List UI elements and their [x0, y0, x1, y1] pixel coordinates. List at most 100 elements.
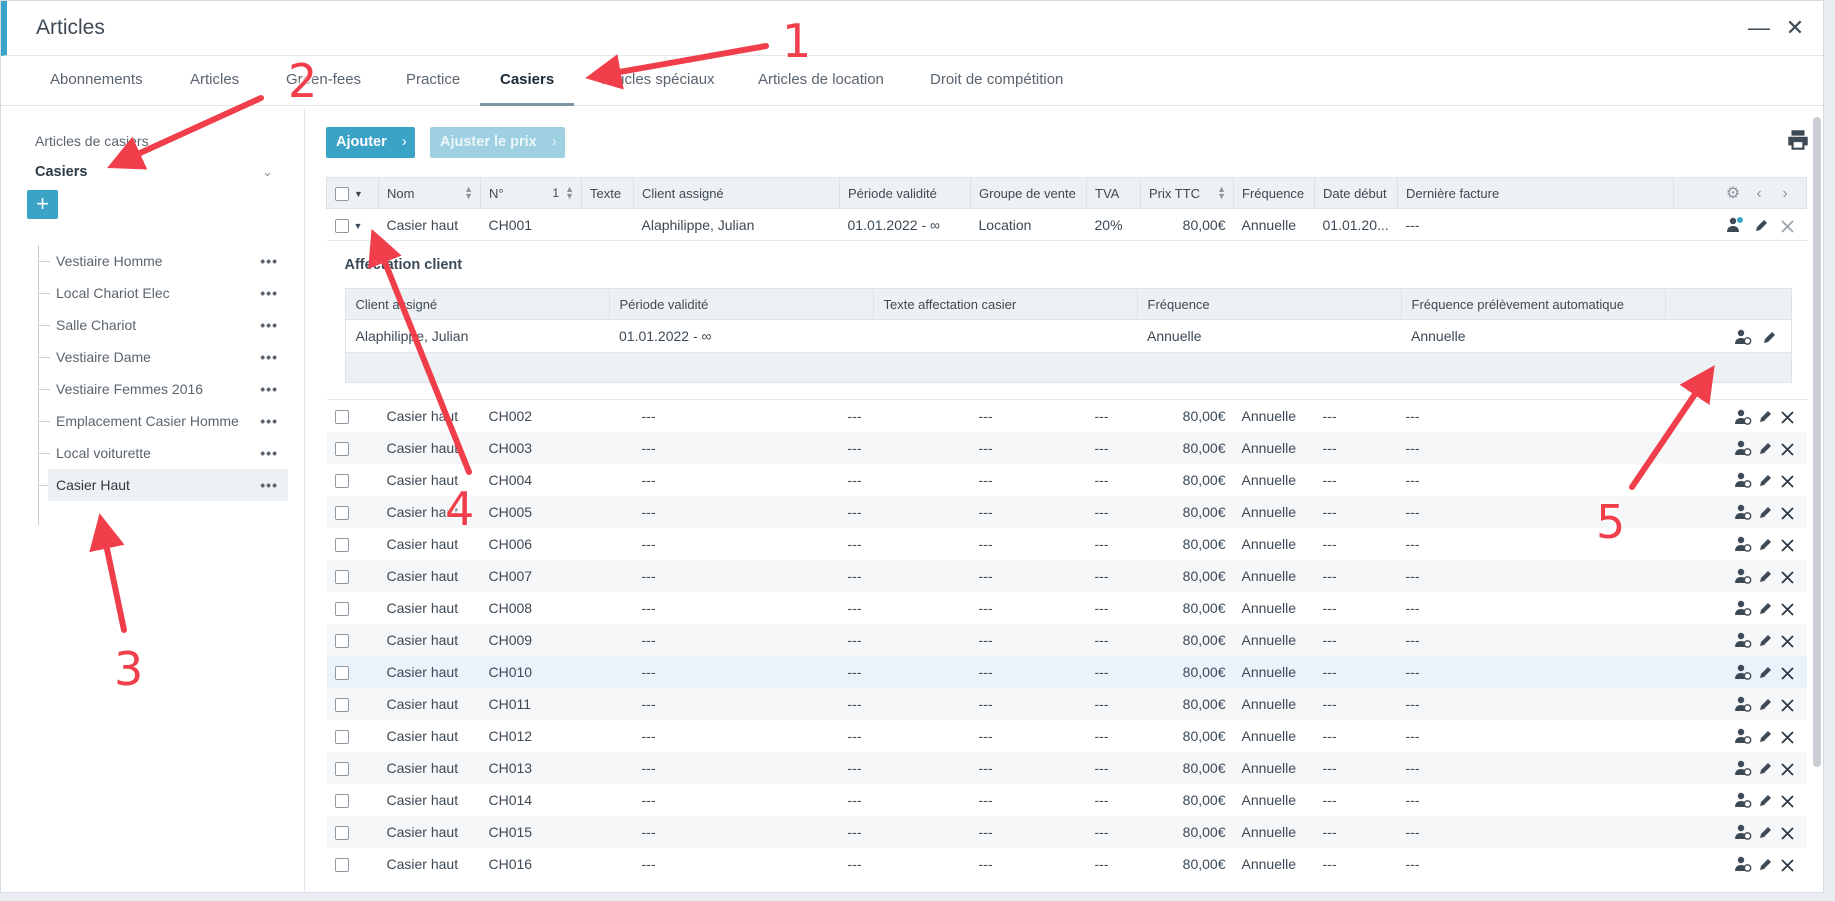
sidebar-item[interactable]: Local Chariot Elec •••: [38, 277, 288, 309]
sort-icon[interactable]: ▲ ▼: [464, 185, 473, 201]
more-icon[interactable]: •••: [260, 245, 278, 277]
table-row[interactable]: Casier haut CH003 --- --- --- --- 80,00€ Annuel…: [326, 431, 1807, 464]
delete-icon[interactable]: [1777, 728, 1799, 744]
table-row[interactable]: Casier haut CH012 --- --- --- --- 80,00€ Annuel…: [327, 720, 1807, 752]
edit-icon[interactable]: [1755, 727, 1777, 744]
assign-client-icon[interactable]: [1733, 567, 1755, 585]
edit-icon[interactable]: [1755, 408, 1777, 425]
row-checkbox[interactable]: [334, 633, 349, 648]
column-header[interactable]: Texte affectation casier: [872, 288, 1138, 320]
expand-caret-icon[interactable]: ▼: [354, 221, 363, 231]
assign-client-icon[interactable]: [1733, 535, 1755, 553]
delete-icon[interactable]: [1777, 568, 1799, 584]
edit-icon[interactable]: [1755, 695, 1777, 712]
column-header[interactable]: Période validité: [608, 288, 874, 320]
select-all-header[interactable]: ▼: [326, 177, 379, 209]
assign-client-icon[interactable]: [1733, 631, 1755, 649]
delete-icon[interactable]: [1777, 632, 1799, 648]
column-header[interactable]: Texte: [581, 177, 634, 209]
sidebar-item[interactable]: Emplacement Casier Homme •••: [38, 405, 288, 437]
vertical-scrollbar[interactable]: [1813, 117, 1821, 887]
edit-icon[interactable]: [1755, 471, 1777, 488]
row-checkbox[interactable]: [334, 857, 349, 872]
tab-articles[interactable]: Articles: [184, 56, 245, 106]
assign-client-icon[interactable]: [1733, 439, 1755, 457]
assign-client-icon[interactable]: [1733, 503, 1755, 521]
row-checkbox[interactable]: [334, 409, 349, 424]
more-icon[interactable]: •••: [260, 437, 278, 469]
row-select[interactable]: [327, 528, 379, 560]
row-checkbox[interactable]: [334, 729, 349, 744]
adjust-price-button[interactable]: Ajuster le prix ›: [430, 127, 565, 158]
delete-icon[interactable]: [1777, 792, 1799, 808]
tab-casiers[interactable]: Casiers: [480, 56, 575, 106]
column-header[interactable]: TVA: [1086, 177, 1141, 209]
edit-icon[interactable]: [1755, 759, 1777, 776]
edit-icon[interactable]: [1755, 599, 1777, 616]
chevron-right-icon[interactable]: ›: [1772, 185, 1798, 203]
edit-icon[interactable]: [1759, 328, 1781, 345]
assign-client-icon[interactable]: [1733, 328, 1755, 345]
select-all-checkbox[interactable]: [335, 186, 349, 201]
row-checkbox[interactable]: [334, 793, 349, 808]
column-header[interactable]: Date début: [1314, 177, 1398, 209]
edit-icon[interactable]: [1755, 855, 1777, 872]
edit-icon[interactable]: [1755, 503, 1777, 520]
row-select[interactable]: [326, 559, 379, 592]
row-select[interactable]: [326, 815, 379, 848]
row-checkbox[interactable]: [334, 697, 349, 712]
sort-icon[interactable]: ▲ ▼: [1217, 185, 1226, 201]
row-select[interactable]: [327, 592, 379, 624]
row-checkbox[interactable]: [334, 825, 349, 840]
row-select[interactable]: [326, 623, 379, 656]
assign-client-icon[interactable]: [1733, 791, 1755, 809]
row-checkbox[interactable]: [334, 473, 349, 488]
assign-client-icon[interactable]: [1733, 759, 1755, 777]
table-row[interactable]: Casier haut CH006 --- --- --- --- 80,00€ Annuel…: [327, 528, 1807, 560]
delete-icon[interactable]: [1777, 536, 1799, 552]
delete-icon[interactable]: [1777, 824, 1799, 840]
delete-icon[interactable]: [1777, 440, 1799, 456]
row-checkbox[interactable]: [334, 505, 349, 520]
table-row[interactable]: Casier haut CH007 --- --- --- --- 80,00€ Annuel…: [326, 559, 1807, 592]
sidebar-item-selected[interactable]: Casier Haut •••: [38, 469, 288, 501]
row-checkbox[interactable]: [334, 665, 349, 680]
edit-icon[interactable]: [1755, 535, 1777, 552]
sidebar-item[interactable]: Vestiaire Dame •••: [38, 341, 288, 373]
column-header[interactable]: Client assigné: [344, 288, 610, 320]
delete-icon[interactable]: [1777, 664, 1799, 680]
sort-icon[interactable]: ▲ ▼: [565, 185, 574, 201]
assign-client-icon[interactable]: [1725, 216, 1747, 233]
assign-client-icon[interactable]: [1733, 599, 1755, 617]
row-select[interactable]: [327, 720, 379, 752]
scrollbar-thumb[interactable]: [1813, 117, 1821, 767]
close-icon[interactable]: ✕: [1782, 15, 1808, 41]
column-header[interactable]: Client assigné: [633, 177, 840, 209]
table-row[interactable]: Casier haut CH009 --- --- --- --- 80,00€ Annuel…: [326, 623, 1807, 656]
row-select[interactable]: [327, 848, 379, 880]
row-checkbox[interactable]: [334, 441, 349, 456]
chevron-down-icon[interactable]: ⌄: [262, 164, 273, 180]
more-icon[interactable]: •••: [260, 469, 278, 501]
tab-droit-de-competition[interactable]: Droit de compétition: [924, 56, 1069, 106]
add-button[interactable]: Ajouter ›: [326, 127, 415, 158]
row-checkbox[interactable]: [334, 761, 349, 776]
delete-icon[interactable]: [1777, 504, 1799, 520]
edit-icon[interactable]: [1755, 439, 1777, 456]
chevron-left-icon[interactable]: ‹: [1746, 185, 1772, 203]
assign-client-icon[interactable]: [1733, 471, 1755, 489]
row-checkbox[interactable]: [334, 569, 349, 584]
column-header[interactable]: Prix TTC ▲ ▼: [1140, 177, 1234, 209]
table-row[interactable]: Casier haut CH010 --- --- --- --- 80,00€ Annuel…: [326, 655, 1807, 688]
table-row[interactable]: Casier haut CH005 --- --- --- --- 80,00€ Annuel…: [326, 495, 1807, 528]
delete-icon[interactable]: [1777, 696, 1799, 712]
delete-icon[interactable]: [1777, 600, 1799, 616]
delete-icon[interactable]: [1777, 760, 1799, 776]
edit-icon[interactable]: [1755, 823, 1777, 840]
column-header[interactable]: N° 1 ▲ ▼: [480, 177, 582, 209]
tab-articles-speciaux[interactable]: Articles spéciaux: [596, 56, 721, 106]
assign-client-icon[interactable]: [1733, 823, 1755, 841]
sidebar-heading[interactable]: Casiers: [35, 164, 87, 180]
row-checkbox[interactable]: [334, 601, 349, 616]
tab-abonnements[interactable]: Abonnements: [44, 56, 149, 106]
